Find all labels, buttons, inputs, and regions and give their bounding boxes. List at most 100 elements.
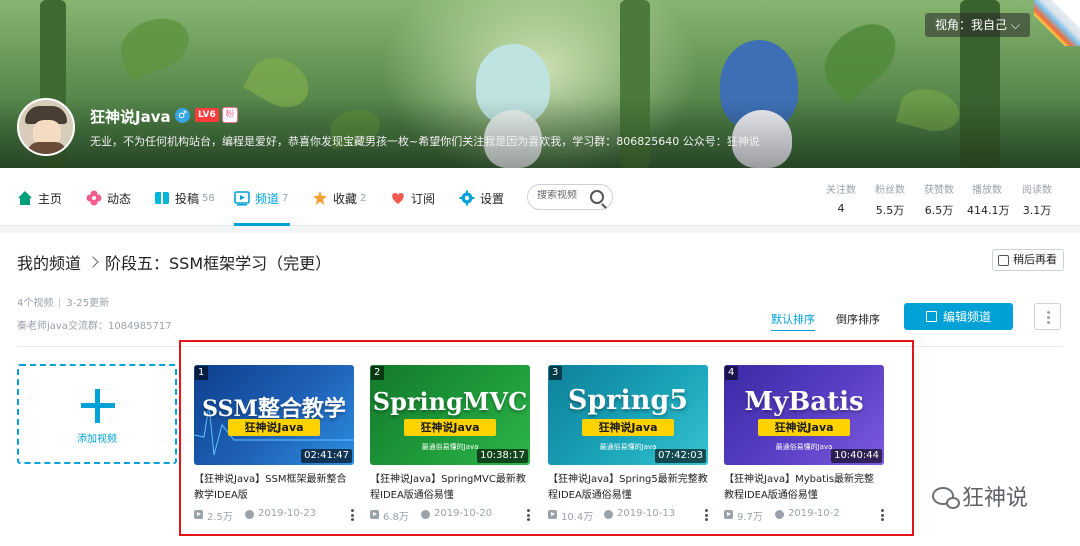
video-thumbnail[interactable]: 1 SSM整合教学 狂神说Java 02:41:47 bbox=[194, 365, 354, 465]
more-icon[interactable] bbox=[881, 509, 884, 521]
clock-icon bbox=[998, 254, 1009, 266]
thumbnail-title: SpringMVC bbox=[372, 387, 528, 416]
edit-channel-button[interactable]: 编辑频道 bbox=[904, 303, 1013, 330]
video-card[interactable]: 2 SpringMVC 狂神说Java 最通俗易懂的Java 10:38:17 … bbox=[370, 365, 530, 523]
thumbnail-tag: 狂神说Java bbox=[758, 419, 850, 436]
breadcrumb-root[interactable]: 我的频道 bbox=[17, 250, 81, 274]
video-index: 3 bbox=[549, 366, 562, 380]
play-count-icon bbox=[548, 510, 557, 519]
stat-label: 播放数 bbox=[972, 185, 1002, 196]
search-input[interactable] bbox=[537, 190, 589, 201]
page-title: 阶段五：SSM框架学习（完更） bbox=[105, 254, 332, 273]
play-count-icon bbox=[724, 510, 733, 519]
wechat-watermark: 狂神说 bbox=[932, 480, 1028, 512]
channel-meta: 4个视频 3-25更新 bbox=[17, 294, 109, 309]
dot bbox=[1047, 311, 1050, 314]
clock-icon bbox=[775, 510, 784, 519]
stat-label: 粉丝数 bbox=[875, 185, 905, 196]
stat-value: 414.1万 bbox=[967, 204, 1010, 217]
video-title[interactable]: 【狂神说Java】Spring5最新完整教程IDEA版通俗易懂 bbox=[548, 472, 708, 504]
plus-icon bbox=[95, 389, 100, 423]
video-thumbnail[interactable]: 2 SpringMVC 狂神说Java 最通俗易懂的Java 10:38:17 bbox=[370, 365, 530, 465]
banner-leaf bbox=[113, 9, 197, 81]
active-tab-indicator bbox=[234, 223, 290, 226]
stat-following[interactable]: 关注数 4 bbox=[826, 181, 856, 215]
watch-later-button[interactable]: 稍后再看 bbox=[992, 249, 1064, 271]
video-index: 1 bbox=[195, 366, 208, 380]
view-as-dropdown[interactable]: 视角：我自己 ⌵ bbox=[925, 13, 1030, 37]
stat-value: 4 bbox=[837, 202, 845, 215]
stat-followers[interactable]: 粉丝数 5.5万 bbox=[873, 181, 907, 218]
video-meta: 9.7万 2019-10-2 bbox=[724, 508, 884, 523]
video-search-box[interactable] bbox=[527, 184, 613, 210]
video-card[interactable]: 3 Spring5 狂神说Java 最通俗易懂的Java 07:42:03 【狂… bbox=[548, 365, 708, 523]
video-thumbnail[interactable]: 4 MyBatis 狂神说Java 最通俗易懂的Java 10:40:44 bbox=[724, 365, 884, 465]
profile-banner: 视角：我自己 ⌵ 狂神说Java ♂ LV6 粉 无业，不为任何机构站台，编程是… bbox=[0, 0, 1080, 168]
video-card[interactable]: 4 MyBatis 狂神说Java 最通俗易懂的Java 10:40:44 【狂… bbox=[724, 365, 884, 523]
avatar[interactable] bbox=[17, 98, 75, 156]
video-title[interactable]: 【狂神说Java】SpringMVC最新教程IDEA版通俗易懂 bbox=[370, 472, 530, 504]
more-icon[interactable] bbox=[351, 509, 354, 521]
dot bbox=[1047, 321, 1050, 324]
tab-subscriptions-label: 订阅 bbox=[411, 191, 436, 206]
stat-value: 6.5万 bbox=[924, 204, 954, 217]
tab-subscriptions[interactable]: 订阅 bbox=[390, 188, 435, 208]
sort-default[interactable]: 默认排序 bbox=[771, 311, 815, 331]
tab-settings-label: 设置 bbox=[480, 191, 505, 206]
star-icon bbox=[313, 191, 327, 205]
play-count: 10.4万 bbox=[561, 512, 594, 523]
fan-badge: 粉 bbox=[222, 107, 238, 123]
add-video-button[interactable]: 添加视频 bbox=[17, 364, 177, 464]
video-card[interactable]: 1 SSM整合教学 狂神说Java 02:41:47 【狂神说Java】SSM框… bbox=[194, 365, 354, 523]
more-options-button[interactable] bbox=[1034, 303, 1061, 330]
meta-divider bbox=[59, 298, 61, 308]
view-as-label: 视角：我自己 bbox=[935, 18, 1008, 32]
tab-dynamic[interactable]: 动态 bbox=[86, 188, 131, 208]
thumbnail-tag: 狂神说Java bbox=[582, 419, 674, 436]
tab-uploads-count: 58 bbox=[202, 192, 215, 204]
chevron-right-icon bbox=[87, 256, 99, 268]
more-icon[interactable] bbox=[527, 509, 530, 521]
video-meta: 6.8万 2019-10-20 bbox=[370, 508, 530, 523]
add-video-label: 添加视频 bbox=[77, 434, 117, 445]
video-duration: 07:42:03 bbox=[655, 449, 706, 463]
tab-channel-count: 7 bbox=[282, 192, 289, 204]
publish-date: 2019-10-20 bbox=[434, 508, 493, 519]
gear-icon bbox=[459, 190, 475, 206]
breadcrumb: 我的频道 阶段五：SSM框架学习（完更） bbox=[17, 250, 331, 274]
play-count: 6.8万 bbox=[383, 512, 409, 523]
tab-favorites[interactable]: 收藏 2 bbox=[312, 188, 366, 208]
flower-icon bbox=[86, 190, 102, 206]
user-signature: 无业，不为任何机构站台，编程是爱好，恭喜你发现宝藏男孩一枚~希望你们关注我是因为… bbox=[90, 135, 760, 148]
channel-icon bbox=[234, 191, 250, 206]
publish-date: 2019-10-13 bbox=[617, 508, 676, 519]
stat-label: 阅读数 bbox=[1022, 185, 1052, 196]
more-icon[interactable] bbox=[705, 509, 708, 521]
search-icon[interactable] bbox=[590, 190, 604, 204]
tab-uploads[interactable]: 投稿 58 bbox=[154, 188, 215, 208]
username: 狂神说Java bbox=[90, 108, 171, 126]
thumbnail-title: MyBatis bbox=[744, 387, 864, 417]
play-count: 9.7万 bbox=[737, 512, 763, 523]
tab-favorites-count: 2 bbox=[360, 192, 367, 204]
dot bbox=[1047, 316, 1050, 319]
tab-home[interactable]: 主页 bbox=[17, 188, 62, 208]
video-title[interactable]: 【狂神说Java】SSM框架最新整合教学IDEA版 bbox=[194, 472, 354, 504]
stat-value: 3.1万 bbox=[1022, 204, 1052, 217]
edit-icon bbox=[925, 311, 937, 322]
banner-leaf bbox=[811, 10, 909, 105]
tab-home-label: 主页 bbox=[38, 191, 63, 206]
tab-settings[interactable]: 设置 bbox=[459, 188, 504, 208]
tab-channel[interactable]: 频道 7 bbox=[234, 188, 288, 208]
clock-icon bbox=[245, 510, 254, 519]
wechat-icon bbox=[932, 487, 960, 509]
watch-later-label: 稍后再看 bbox=[1013, 253, 1057, 266]
level-badge: LV6 bbox=[195, 108, 219, 122]
video-thumbnail[interactable]: 3 Spring5 狂神说Java 最通俗易懂的Java 07:42:03 bbox=[548, 365, 708, 465]
video-title[interactable]: 【狂神说Java】Mybatis最新完整教程IDEA版通俗易懂 bbox=[724, 472, 884, 504]
sort-reverse[interactable]: 倒序排序 bbox=[836, 311, 880, 327]
tab-dynamic-label: 动态 bbox=[107, 191, 132, 206]
thumbnail-title: Spring5 bbox=[567, 385, 689, 416]
clock-icon bbox=[421, 510, 430, 519]
video-index: 4 bbox=[725, 366, 738, 380]
